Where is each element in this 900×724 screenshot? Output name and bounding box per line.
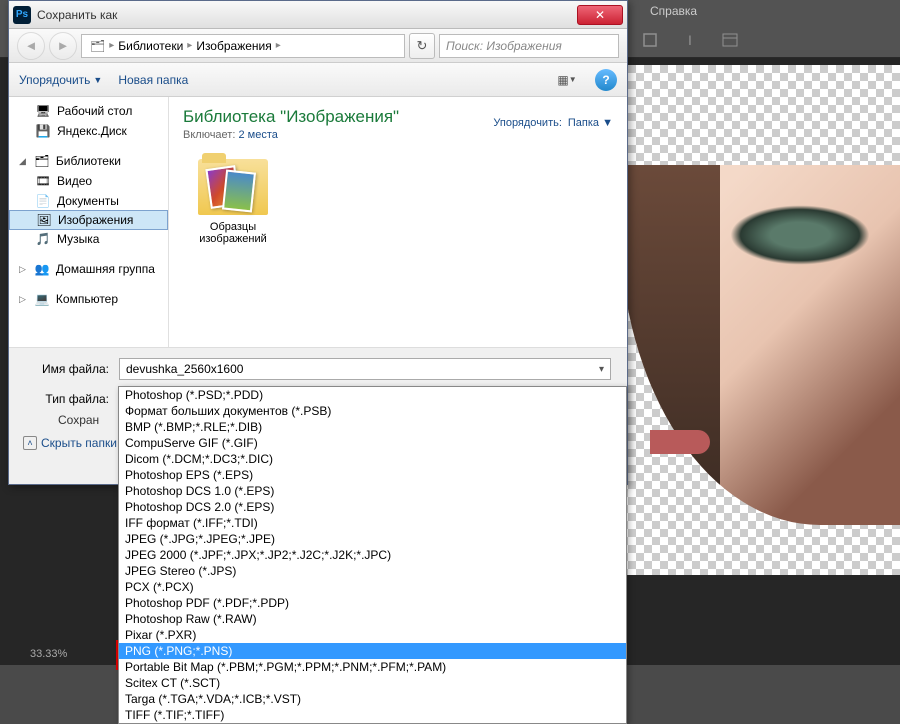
filetype-option[interactable]: Dicom (*.DCM;*.DC3;*.DIC)	[119, 451, 626, 467]
includes-link[interactable]: 2 места	[238, 129, 277, 141]
filetype-option[interactable]: Pixar (*.PXR)	[119, 627, 626, 643]
filetype-option[interactable]: JPEG 2000 (*.JPF;*.JPX;*.JP2;*.J2C;*.J2K…	[119, 547, 626, 563]
folder-icon	[198, 159, 268, 215]
sidebar: 🖥Рабочий стол 💾Яндекс.Диск ◢🗂Библиотеки …	[9, 97, 169, 347]
sidebar-item-desktop[interactable]: 🖥Рабочий стол	[9, 101, 168, 121]
documents-icon: 📄	[35, 193, 51, 209]
breadcrumb[interactable]: 🗂 ▸ Библиотеки ▸ Изображения ▸	[81, 34, 405, 58]
filetype-option[interactable]: PNG (*.PNG;*.PNS)	[119, 643, 626, 659]
ps-app-icon: Ps	[13, 6, 31, 24]
filetype-label: Тип файла:	[25, 392, 119, 406]
search-input[interactable]: Поиск: Изображения	[439, 34, 619, 58]
dialog-toolbar: Упорядочить ▼ Новая папка ▦ ▼ ?	[9, 63, 627, 97]
chevron-down-icon[interactable]: ▾	[599, 364, 604, 375]
filetype-option[interactable]: Photoshop (*.PSD;*.PDD)	[119, 387, 626, 403]
video-icon: 🎞	[35, 173, 51, 189]
filetype-option[interactable]: Photoshop DCS 2.0 (*.EPS)	[119, 499, 626, 515]
organize-menu[interactable]: Упорядочить ▼	[19, 73, 102, 87]
sort-dropdown[interactable]: Папка ▼	[568, 117, 613, 129]
filename-input[interactable]: devushka_2560x1600▾	[119, 358, 611, 380]
refresh-button[interactable]: ↻	[409, 33, 435, 59]
dialog-title: Сохранить как	[37, 8, 577, 22]
filetype-option[interactable]: JPEG (*.JPG;*.JPEG;*.JPE)	[119, 531, 626, 547]
folder-label: Образцы изображений	[183, 221, 283, 245]
panel-icon[interactable]	[720, 30, 740, 50]
expand-icon[interactable]: ◢	[19, 156, 26, 167]
filetype-option[interactable]: PCX (*.PCX)	[119, 579, 626, 595]
new-folder-button[interactable]: Новая папка	[118, 73, 188, 87]
breadcrumb-seg-1[interactable]: Изображения	[192, 39, 275, 53]
filename-label: Имя файла:	[25, 362, 119, 376]
filetype-option[interactable]: Portable Bit Map (*.PBM;*.PGM;*.PPM;*.PN…	[119, 659, 626, 675]
breadcrumb-seg-0[interactable]: Библиотеки	[114, 39, 187, 53]
help-menu[interactable]: Справка	[650, 4, 697, 18]
content-pane: Библиотека "Изображения" Включает: 2 мес…	[169, 97, 627, 347]
library-icon: 🗂	[34, 153, 50, 169]
filetype-dropdown-list[interactable]: Photoshop (*.PSD;*.PDD)Формат больших до…	[118, 386, 627, 724]
filetype-option[interactable]: CompuServe GIF (*.GIF)	[119, 435, 626, 451]
zoom-level[interactable]: 33.33%	[30, 648, 67, 660]
expand-icon[interactable]: ▷	[19, 294, 26, 305]
forward-button[interactable]: ►	[49, 32, 77, 60]
filetype-option[interactable]: JPEG Stereo (*.JPS)	[119, 563, 626, 579]
filetype-option[interactable]: TIFF (*.TIF;*.TIFF)	[119, 707, 626, 723]
dialog-titlebar[interactable]: Ps Сохранить как ✕	[9, 1, 627, 29]
yadisk-icon: 💾	[35, 123, 51, 139]
music-icon: 🎵	[35, 231, 51, 247]
filetype-option[interactable]: Photoshop Raw (*.RAW)	[119, 611, 626, 627]
sidebar-item-libraries[interactable]: ◢🗂Библиотеки	[9, 151, 168, 171]
sort-label: Упорядочить:	[493, 117, 562, 129]
sidebar-item-yadisk[interactable]: 💾Яндекс.Диск	[9, 121, 168, 141]
sidebar-item-documents[interactable]: 📄Документы	[9, 191, 168, 211]
svg-text:I: I	[688, 32, 692, 48]
filetype-option[interactable]: Targa (*.TGA;*.VDA;*.ICB;*.VST)	[119, 691, 626, 707]
filetype-option[interactable]: IFF формат (*.IFF;*.TDI)	[119, 515, 626, 531]
filetype-option[interactable]: Scitex CT (*.SCT)	[119, 675, 626, 691]
nav-bar: ◄ ► 🗂 ▸ Библиотеки ▸ Изображения ▸ ↻ Пои…	[9, 29, 627, 63]
library-icon: 🗂	[90, 39, 105, 53]
chevron-up-icon: ˄	[23, 436, 37, 450]
filetype-option[interactable]: Photoshop DCS 1.0 (*.EPS)	[119, 483, 626, 499]
sidebar-item-computer[interactable]: ▷💻Компьютер	[9, 289, 168, 309]
sidebar-item-images[interactable]: 🖼Изображения	[9, 210, 168, 230]
library-subtitle: Включает: 2 места	[183, 129, 613, 141]
filetype-option[interactable]: Формат больших документов (*.PSB)	[119, 403, 626, 419]
homegroup-icon: 👥	[34, 261, 50, 277]
folder-item[interactable]: Образцы изображений	[183, 159, 283, 245]
sidebar-item-homegroup[interactable]: ▷👥Домашняя группа	[9, 259, 168, 279]
hand-tool-icon[interactable]	[640, 30, 660, 50]
text-tool-icon[interactable]: I	[680, 30, 700, 50]
image-lips	[650, 430, 710, 454]
computer-icon: 💻	[34, 291, 50, 307]
sidebar-item-video[interactable]: 🎞Видео	[9, 171, 168, 191]
filetype-option[interactable]: BMP (*.BMP;*.RLE;*.DIB)	[119, 419, 626, 435]
sidebar-item-music[interactable]: 🎵Музыка	[9, 229, 168, 249]
help-button[interactable]: ?	[595, 69, 617, 91]
filetype-option[interactable]: Photoshop EPS (*.EPS)	[119, 467, 626, 483]
view-mode-button[interactable]: ▦ ▼	[555, 69, 579, 91]
filetype-option[interactable]: Photoshop PDF (*.PDF;*.PDP)	[119, 595, 626, 611]
back-button[interactable]: ◄	[17, 32, 45, 60]
hide-folders-link[interactable]: ˄ Скрыть папки	[23, 436, 117, 450]
close-button[interactable]: ✕	[577, 5, 623, 25]
image-face	[620, 165, 900, 525]
desktop-icon: 🖥	[35, 103, 51, 119]
images-icon: 🖼	[36, 212, 52, 228]
expand-icon[interactable]: ▷	[19, 264, 26, 275]
save-section-label: Сохран	[58, 413, 99, 427]
